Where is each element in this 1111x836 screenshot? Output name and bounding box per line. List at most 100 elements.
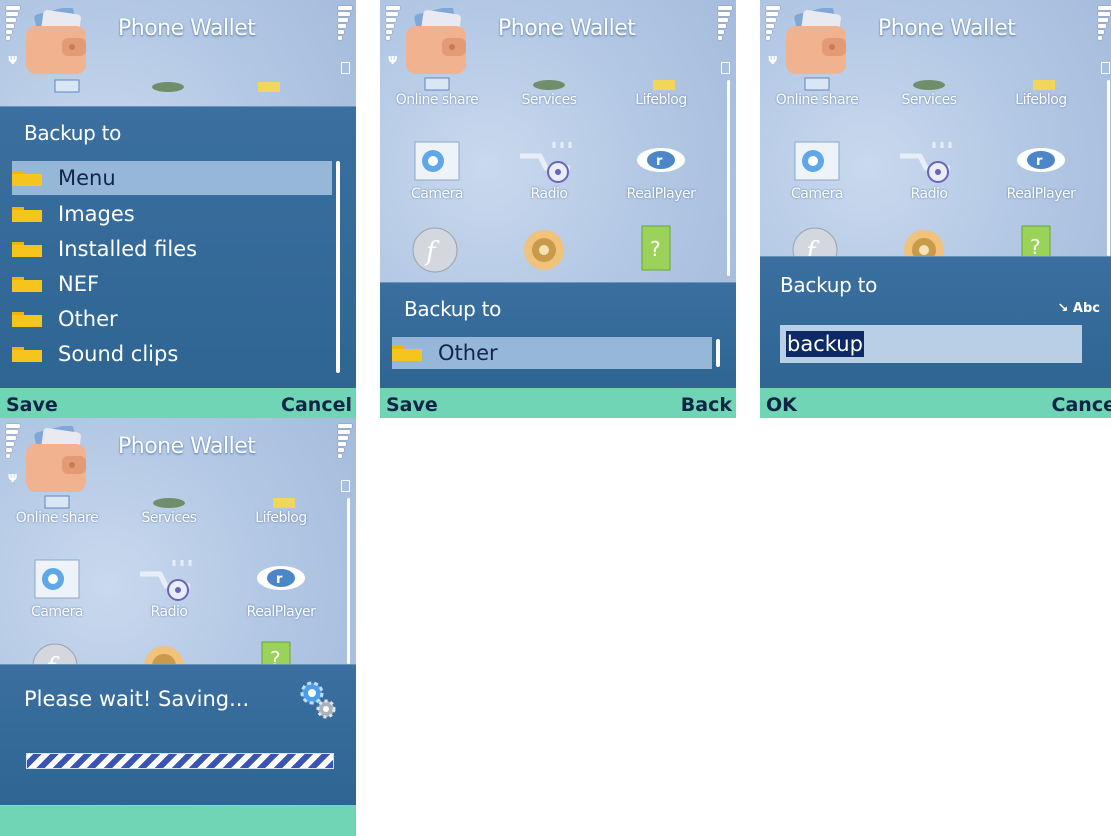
realplayer-icon: r (257, 566, 305, 590)
grid-item-lifeblog[interactable]: Lifeblog (606, 76, 716, 108)
save-softkey[interactable]: Save (386, 394, 438, 416)
dialog-title: Backup to (24, 121, 122, 145)
grid-scrollbar[interactable] (347, 498, 350, 664)
signal-strength-icon (386, 6, 400, 50)
grid-label: Services (901, 92, 957, 108)
lifeblog-icon (1033, 80, 1055, 90)
lifeblog-icon (273, 498, 295, 508)
grid-item-services[interactable]: Services (494, 76, 604, 108)
list-item-label: Sound clips (58, 342, 179, 366)
app-title: Phone Wallet (498, 16, 636, 41)
grid-label: Camera (31, 604, 83, 620)
cancel-softkey[interactable]: Cancel (281, 394, 352, 416)
radio-icon (900, 142, 952, 183)
grid-scrollbar[interactable] (1107, 80, 1110, 256)
grid-item-camera[interactable]: Camera (762, 138, 872, 202)
grid-scrollbar[interactable] (727, 80, 730, 276)
dialog-title: Backup to (404, 297, 502, 321)
list-item-images[interactable]: Images (12, 197, 332, 231)
grid-item-radio[interactable]: Radio (874, 138, 984, 202)
online-share-icon (44, 495, 70, 509)
grid-item-radio[interactable]: Radio (494, 138, 604, 202)
battery-level-icon (338, 6, 352, 64)
filename-input[interactable]: backup (780, 325, 1082, 363)
battery-icon (1101, 62, 1110, 74)
grid-item-realplayer[interactable]: r RealPlayer (986, 138, 1096, 202)
grid-label: Online share (15, 510, 99, 526)
grid-item-online-share[interactable]: Online share (762, 76, 872, 108)
folder-icon (392, 346, 422, 361)
grid-label: Radio (150, 604, 188, 620)
grid-label: Online share (775, 92, 859, 108)
cancel-softkey[interactable]: Cance (1052, 394, 1111, 416)
grid-label: RealPlayer (626, 186, 696, 202)
camera-icon (414, 141, 460, 181)
screen-backup-selected-other: Ψ Phone Wallet Online share Services Lif… (380, 0, 736, 418)
online-share-icon (424, 77, 450, 91)
grid-item-services[interactable]: Services (874, 76, 984, 108)
grid-item-services[interactable]: Services (114, 494, 224, 526)
backup-to-dialog: Backup to Other (380, 282, 736, 389)
list-item-sound-clips[interactable]: Sound clips (12, 337, 332, 371)
status-header: Ψ Phone Wallet (0, 0, 356, 74)
list-item-label: Menu (58, 166, 116, 190)
grid-item-radio[interactable]: Radio (114, 556, 224, 620)
ok-softkey[interactable]: OK (766, 394, 797, 416)
list-item-installed-files[interactable]: Installed files (12, 232, 332, 266)
folder-icon (12, 171, 42, 186)
status-header: Ψ Phone Wallet (0, 418, 356, 492)
realplayer-icon: r (1017, 148, 1065, 172)
grid-item-camera[interactable]: Camera (382, 138, 492, 202)
save-softkey[interactable]: Save (6, 394, 58, 416)
battery-icon (341, 62, 350, 74)
menu-grid-row-1: Online share Services Lifeblog (0, 494, 340, 564)
list-item-other[interactable]: Other (392, 337, 712, 369)
gears-icon (300, 681, 336, 719)
backup-to-dialog: Backup to ↘ Abc backup (760, 256, 1111, 389)
grid-label: Camera (791, 186, 843, 202)
list-item-other[interactable]: Other (12, 302, 332, 336)
folder-icon (12, 207, 42, 222)
scrollbar[interactable] (716, 339, 720, 367)
backup-to-dialog: Backup to Menu Images Installed files NE… (0, 106, 356, 389)
status-header: Ψ Phone Wallet (760, 0, 1111, 74)
grid-item-realplayer[interactable]: r RealPlayer (606, 138, 716, 202)
grid-label: RealPlayer (246, 604, 316, 620)
grid-item-online-share[interactable]: Online share (2, 494, 112, 526)
speaker-icon (524, 230, 564, 270)
menu-grid-row-2: Camera Radio r RealPlayer (0, 556, 340, 626)
grid-item-camera[interactable]: Camera (2, 556, 112, 620)
grid-item-lifeblog[interactable]: Lifeblog (986, 76, 1096, 108)
svg-text:?: ? (650, 237, 661, 261)
grid-item-online-share[interactable]: Online share (382, 76, 492, 108)
help-icon: ? (1021, 225, 1051, 260)
grid-label: Services (141, 510, 197, 526)
grid-item-lifeblog[interactable]: Lifeblog (226, 494, 336, 526)
battery-level-icon (718, 6, 732, 64)
pen-icon: ↘ (1057, 301, 1069, 316)
status-header: Ψ Phone Wallet (380, 0, 736, 74)
menu-grid-row-2: Camera Radio r RealPlayer (380, 138, 720, 208)
input-mode-indicator: ↘ Abc (1057, 301, 1100, 316)
menu-grid-row-1: Online share Services Lifeblog (760, 76, 1100, 146)
speaker-icon (904, 230, 944, 260)
softkey-bar: OK Cance (760, 388, 1111, 418)
wallet-icon (26, 8, 86, 74)
scrollbar[interactable] (336, 161, 340, 373)
list-item-nef[interactable]: NEF (12, 267, 332, 301)
camera-icon (34, 559, 80, 599)
grid-label: Camera (411, 186, 463, 202)
list-item-label: Other (58, 307, 118, 331)
camera-icon (794, 141, 840, 181)
back-softkey[interactable]: Back (681, 394, 732, 416)
flash-icon: f (412, 227, 458, 273)
services-icon (533, 80, 565, 90)
filename-value: backup (786, 331, 864, 357)
saving-dialog: Please wait! Saving... (0, 664, 356, 805)
app-title: Phone Wallet (118, 434, 256, 459)
grid-label: Radio (530, 186, 568, 202)
radio-icon (520, 142, 572, 183)
grid-item-realplayer[interactable]: r RealPlayer (226, 556, 336, 620)
svg-text:r: r (276, 572, 283, 587)
list-item-menu[interactable]: Menu (12, 161, 332, 195)
